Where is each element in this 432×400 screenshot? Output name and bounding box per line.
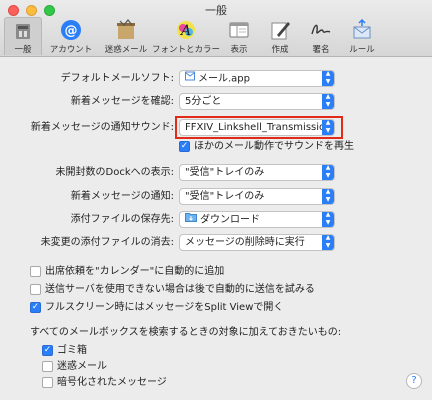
check-new-row: 新着メッセージを確認: 5分ごと ▲ ▼ <box>0 93 432 111</box>
tab-rules[interactable]: ルール <box>343 17 381 55</box>
default-mail-row: デフォルトメールソフト: メール.app ▲ ▼ <box>0 70 432 88</box>
new-notify-row: 新着メッセージの通知: "受信"トレイのみ ▲ ▼ <box>0 188 432 206</box>
search-junk-checkbox[interactable] <box>42 361 53 372</box>
play-sounds-checkbox[interactable]: ✓ <box>179 141 190 152</box>
check-new-popup[interactable]: 5分ごと ▲ ▼ <box>179 93 335 110</box>
search-heading: すべてのメールボックスを検索するときの対象に加えておきたいもの: <box>30 327 342 338</box>
preferences-window: 一般 一般 @ アカウント 迷惑メール A フォントとカラー 表示 作成 署名 … <box>0 0 432 400</box>
default-mail-value: メール.app <box>198 73 251 85</box>
split-view-label: フルスクリーン時にはメッセージをSplit Viewで開く <box>45 302 284 313</box>
check-new-value: 5分ごと <box>185 96 222 107</box>
stamp-icon <box>185 71 195 86</box>
rules-icon <box>351 19 373 41</box>
remove-downloads-label: 未変更の添付ファイルの消去: <box>40 237 174 248</box>
tab-junk[interactable]: 迷惑メール <box>100 17 152 55</box>
tab-signatures-label: 署名 <box>312 45 330 55</box>
tab-fonts-colors[interactable]: A フォントとカラー <box>152 17 221 55</box>
remove-downloads-row: 未変更の添付ファイルの消去: メッセージの削除時に実行 ▲ ▼ <box>0 234 432 252</box>
chevron-updown-icon: ▲ ▼ <box>322 94 334 109</box>
download-folder-label: 添付ファイルの保存先: <box>70 214 174 225</box>
tab-junk-label: 迷惑メール <box>104 45 148 55</box>
search-junk-label: 迷惑メール <box>57 361 107 372</box>
svg-text:A: A <box>179 23 191 39</box>
at-sign-icon: @ <box>60 19 82 41</box>
search-encrypted-label: 暗号化されたメッセージ <box>57 377 167 388</box>
remove-downloads-value: メッセージの削除時に実行 <box>185 237 305 248</box>
play-sounds-label: ほかのメール動作でサウンドを再生 <box>194 141 354 152</box>
viewing-icon <box>228 19 250 41</box>
tab-rules-label: ルール <box>349 45 375 55</box>
chevron-updown-icon: ▲ ▼ <box>322 71 334 86</box>
new-notify-label: 新着メッセージの通知: <box>70 191 174 202</box>
signatures-icon <box>310 19 332 41</box>
download-folder-value: ダウンロード <box>200 214 260 226</box>
retry-send-label: 送信サーバを使用できない場合は後で自動的に送信を試みる <box>45 284 315 295</box>
dock-unread-value: "受信"トレイのみ <box>185 167 265 178</box>
dock-unread-popup[interactable]: "受信"トレイのみ ▲ ▼ <box>179 164 335 181</box>
composing-icon <box>269 19 291 41</box>
split-view-checkbox[interactable]: ✓ <box>30 302 41 313</box>
svg-text:@: @ <box>65 24 78 39</box>
remove-downloads-popup[interactable]: メッセージの削除時に実行 ▲ ▼ <box>179 234 335 251</box>
chevron-updown-icon: ▲ ▼ <box>322 212 334 227</box>
fonts-colors-icon: A <box>175 19 197 41</box>
download-folder-row: 添付ファイルの保存先: ダウンロード ▲ ▼ <box>0 211 432 229</box>
tab-composing-label: 作成 <box>271 45 289 55</box>
red-highlight-box <box>175 116 343 139</box>
tab-fonts-colors-label: フォントとカラー <box>152 45 221 55</box>
tab-signatures[interactable]: 署名 <box>302 17 340 55</box>
help-button[interactable]: ? <box>406 373 422 389</box>
chevron-updown-icon: ▲ ▼ <box>322 235 334 250</box>
junk-mail-icon <box>115 19 137 41</box>
title-bar: 一般 一般 @ アカウント 迷惑メール A フォントとカラー 表示 作成 署名 … <box>0 0 432 57</box>
default-mail-popup[interactable]: メール.app ▲ ▼ <box>179 70 335 87</box>
folder-icon <box>185 212 197 227</box>
notify-sound-label: 新着メッセージの通知サウンド: <box>30 122 174 133</box>
new-notify-value: "受信"トレイのみ <box>185 191 265 202</box>
tab-accounts[interactable]: @ アカウント <box>45 17 97 55</box>
general-icon <box>12 20 34 41</box>
preferences-toolbar: 一般 @ アカウント 迷惑メール A フォントとカラー 表示 作成 署名 ルール <box>4 17 384 55</box>
chevron-updown-icon: ▲ ▼ <box>322 189 334 204</box>
tab-composing[interactable]: 作成 <box>261 17 299 55</box>
search-encrypted-checkbox[interactable] <box>42 377 53 388</box>
calendar-invite-label: 出席依頼を"カレンダー"に自動的に追加 <box>45 266 225 277</box>
chevron-updown-icon: ▲ ▼ <box>322 165 334 180</box>
calendar-invite-checkbox[interactable] <box>30 266 41 277</box>
search-trash-label: ゴミ箱 <box>57 345 87 356</box>
default-mail-label: デフォルトメールソフト: <box>60 73 174 84</box>
window-title: 一般 <box>205 4 227 17</box>
tab-viewing-label: 表示 <box>230 45 248 55</box>
new-notify-popup[interactable]: "受信"トレイのみ ▲ ▼ <box>179 188 335 205</box>
check-new-label: 新着メッセージを確認: <box>70 96 174 107</box>
download-folder-popup[interactable]: ダウンロード ▲ ▼ <box>179 211 335 228</box>
search-trash-checkbox[interactable]: ✓ <box>42 345 53 356</box>
tab-accounts-label: アカウント <box>49 45 93 55</box>
retry-send-checkbox[interactable] <box>30 284 41 295</box>
tab-general-label: 一般 <box>14 45 32 55</box>
dock-unread-row: 未開封数のDockへの表示: "受信"トレイのみ ▲ ▼ <box>0 164 432 182</box>
tab-viewing[interactable]: 表示 <box>220 17 258 55</box>
tab-general[interactable]: 一般 <box>4 17 42 55</box>
dock-unread-label: 未開封数のDockへの表示: <box>55 167 174 178</box>
